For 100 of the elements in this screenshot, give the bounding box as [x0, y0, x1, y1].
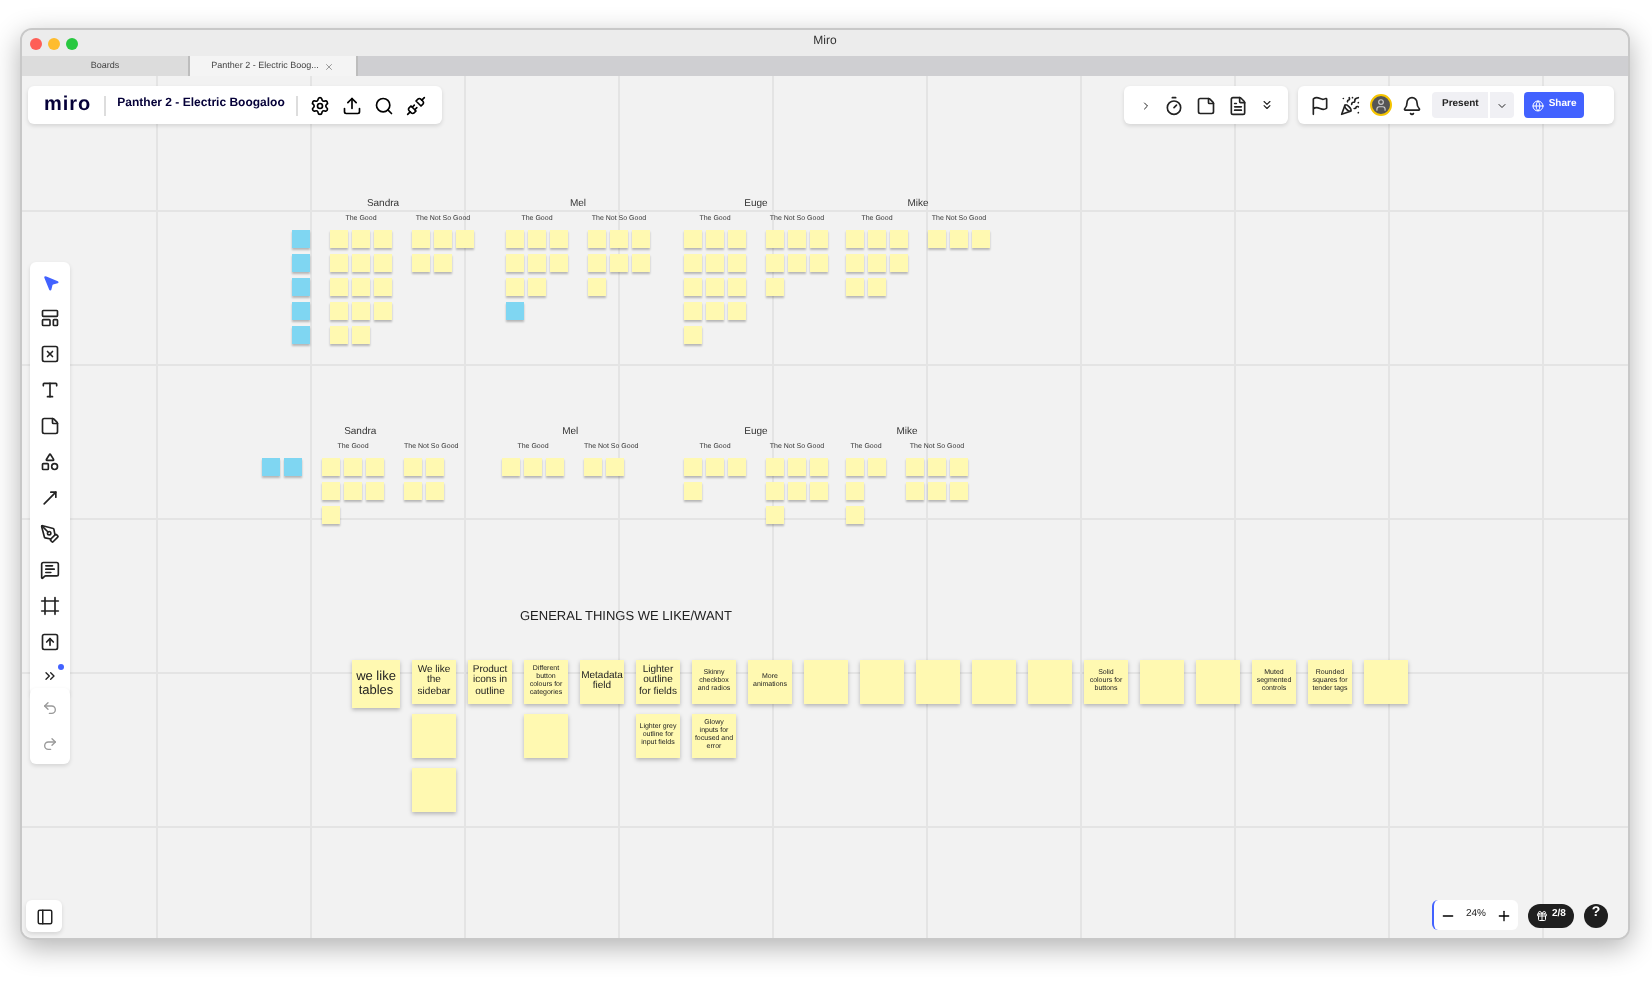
sticky-note[interactable]: [528, 229, 546, 247]
upload-icon[interactable]: [40, 632, 60, 652]
sticky-note[interactable]: [868, 277, 886, 295]
sticky-note[interactable]: [950, 229, 968, 247]
sticky-note[interactable]: [366, 481, 384, 499]
sticky-note[interactable]: [868, 457, 886, 475]
sticky-note[interactable]: [610, 253, 628, 271]
sticky-note[interactable]: [524, 714, 568, 758]
sticky-note[interactable]: [972, 229, 990, 247]
flag-icon[interactable]: [1310, 95, 1330, 115]
sticky-note[interactable]: [684, 481, 702, 499]
sticky-note[interactable]: [456, 229, 474, 247]
sticky-note[interactable]: [344, 457, 362, 475]
sticky-note[interactable]: [928, 457, 946, 475]
sticky-note[interactable]: [706, 301, 724, 319]
sticky-note[interactable]: [434, 229, 452, 247]
sticky-note[interactable]: [588, 229, 606, 247]
sticky-note[interactable]: [950, 457, 968, 475]
sticky-note[interactable]: [1196, 660, 1240, 704]
sticky-note[interactable]: [868, 229, 886, 247]
sticky-note[interactable]: [322, 457, 340, 475]
close-window-icon[interactable]: [30, 37, 42, 49]
sticky-note[interactable]: [684, 457, 702, 475]
sticky-note[interactable]: [506, 253, 524, 271]
logo[interactable]: miro: [44, 90, 92, 120]
chevron-right-icon[interactable]: [1139, 99, 1151, 111]
sticky-note[interactable]: [550, 229, 568, 247]
sticky-note[interactable]: [906, 457, 924, 475]
sticky-note[interactable]: [292, 229, 310, 247]
sticky-note[interactable]: [404, 481, 422, 499]
sticky-note[interactable]: [610, 229, 628, 247]
sticky-note[interactable]: [374, 229, 392, 247]
sticky-note[interactable]: [506, 277, 524, 295]
sticky-note[interactable]: [846, 253, 864, 271]
sticky-note[interactable]: [344, 481, 362, 499]
search-icon[interactable]: [374, 95, 395, 115]
sticky-note[interactable]: [292, 301, 310, 319]
sticky-note[interactable]: [846, 229, 864, 247]
sticky-note[interactable]: [550, 253, 568, 271]
sticky-note[interactable]: [366, 457, 384, 475]
sticky-note[interactable]: [846, 505, 864, 523]
comment-icon[interactable]: [40, 560, 60, 580]
present-menu-button[interactable]: [1490, 92, 1515, 118]
sticky-note[interactable]: [588, 253, 606, 271]
sticky-note[interactable]: [588, 277, 606, 295]
sticky-note[interactable]: [412, 768, 456, 812]
zoom-in-icon[interactable]: [1496, 907, 1513, 923]
sticky-note[interactable]: [322, 505, 340, 523]
avatar[interactable]: [1370, 94, 1392, 116]
more-tools-icon[interactable]: [42, 668, 58, 684]
sticky-note[interactable]: [868, 253, 886, 271]
sticky-note[interactable]: [292, 253, 310, 271]
sticky-note[interactable]: [404, 457, 422, 475]
sticky-note[interactable]: [330, 229, 348, 247]
sticky-note[interactable]: [606, 457, 624, 475]
sticky-note[interactable]: [728, 229, 746, 247]
sticky-note[interactable]: [766, 505, 784, 523]
sticky-note[interactable]: [684, 325, 702, 343]
sticky-note[interactable]: [890, 253, 908, 271]
sticky-note[interactable]: [788, 229, 806, 247]
minimize-window-icon[interactable]: [48, 37, 60, 49]
sticky-note[interactable]: [412, 229, 430, 247]
sticky-note[interactable]: [322, 481, 340, 499]
sticky-note[interactable]: [506, 229, 524, 247]
sticky-note[interactable]: [330, 325, 348, 343]
sticky-note[interactable]: [506, 301, 524, 319]
sticky-note[interactable]: [728, 253, 746, 271]
sticky-note[interactable]: [788, 481, 806, 499]
sticky-note[interactable]: [330, 253, 348, 271]
sticky-note[interactable]: [546, 457, 564, 475]
sticky-note[interactable]: [928, 481, 946, 499]
sticky-note[interactable]: [804, 660, 848, 704]
sticky-note[interactable]: [728, 457, 746, 475]
sticky-note[interactable]: [502, 457, 520, 475]
plug-icon[interactable]: [406, 95, 427, 115]
panel-toggle-button[interactable]: [26, 900, 62, 932]
sticky-note[interactable]: [584, 457, 602, 475]
undo-icon[interactable]: [42, 700, 58, 716]
upload-icon[interactable]: [342, 95, 363, 115]
pen-icon[interactable]: [40, 524, 60, 544]
sticky-note[interactable]: [528, 253, 546, 271]
shapes-icon[interactable]: [40, 452, 60, 472]
sticky-note[interactable]: [1140, 660, 1184, 704]
sticky-note[interactable]: [906, 481, 924, 499]
sticky-note[interactable]: [728, 277, 746, 295]
party-popper-icon[interactable]: [1340, 95, 1360, 115]
sticky-note[interactable]: [632, 253, 650, 271]
zoom-window-icon[interactable]: [66, 37, 78, 49]
sticky-note[interactable]: [412, 714, 456, 758]
sticky-note[interactable]: [1364, 660, 1408, 704]
sticky-note[interactable]: [434, 253, 452, 271]
sticky-note[interactable]: [374, 277, 392, 295]
sticky-note[interactable]: [788, 253, 806, 271]
sticky-note[interactable]: [426, 481, 444, 499]
sticky-note[interactable]: [528, 277, 546, 295]
sticky-note[interactable]: [950, 481, 968, 499]
sticky-note[interactable]: [374, 253, 392, 271]
sticky-note[interactable]: [1028, 660, 1072, 704]
sticky-note[interactable]: [766, 457, 784, 475]
sticky-note[interactable]: [426, 457, 444, 475]
